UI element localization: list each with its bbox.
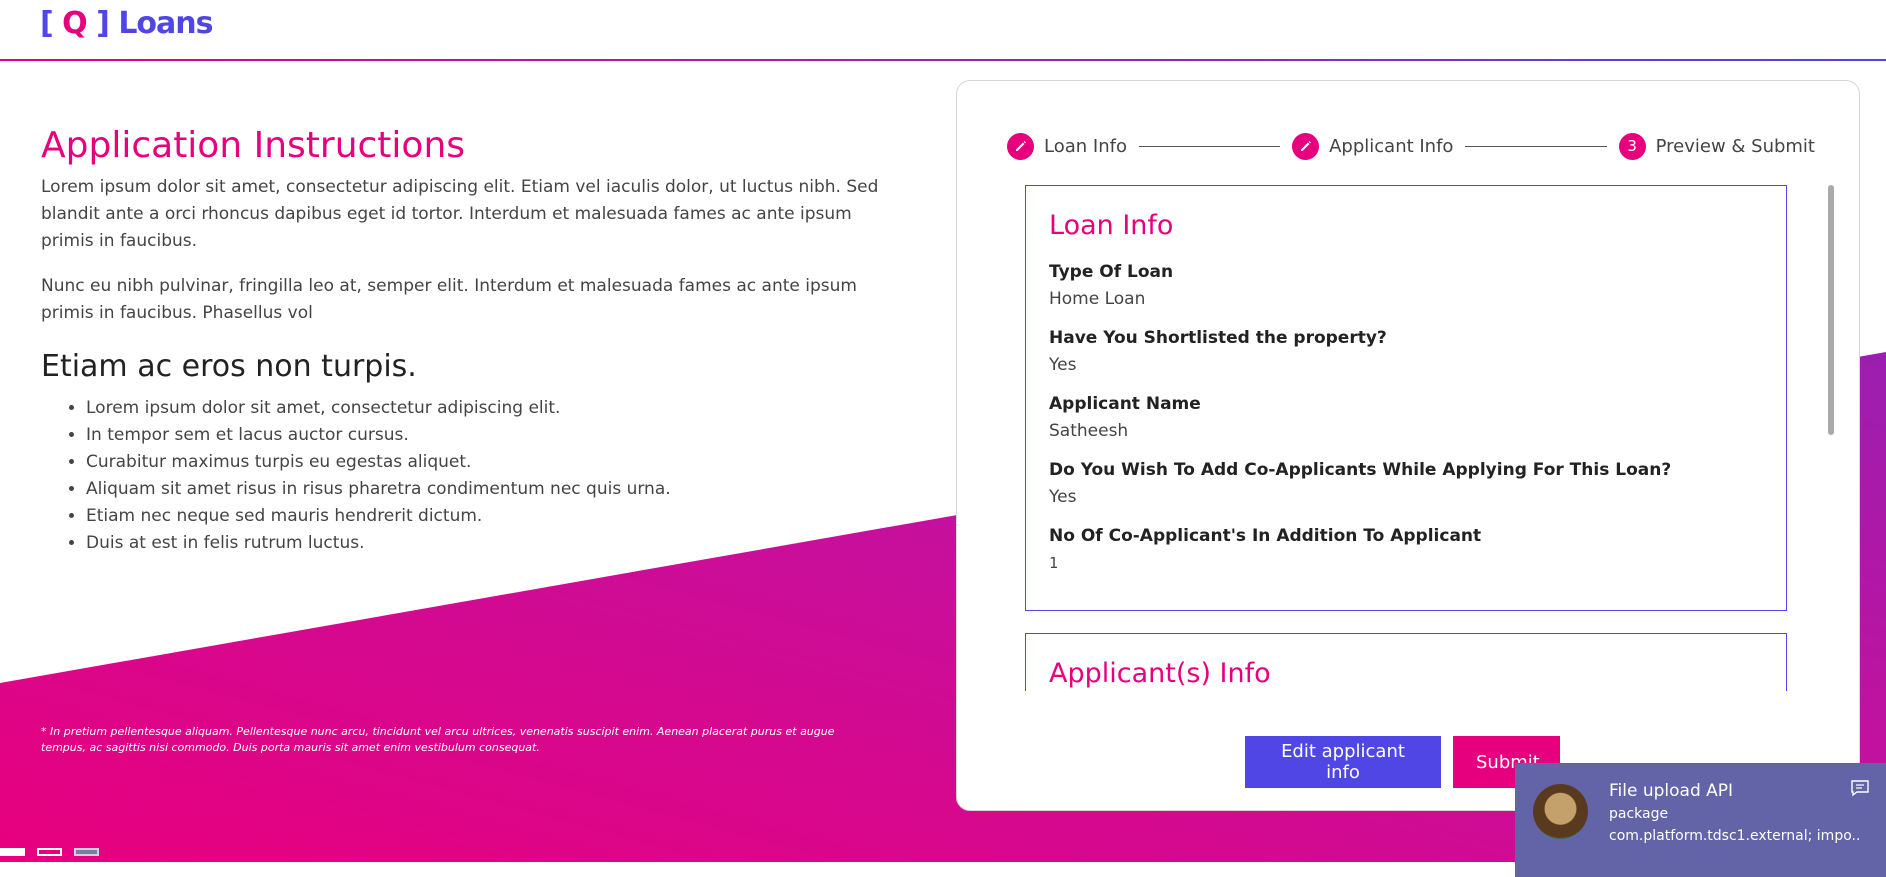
field-value: 1	[1049, 554, 1059, 572]
toast-message: package	[1609, 806, 1669, 822]
logo-bracket: [	[40, 6, 54, 41]
field-label: Do You Wish To Add Co-Applicants While A…	[1049, 460, 1672, 480]
notification-toast[interactable]: File upload API package com.platform.tds…	[1515, 763, 1886, 877]
step-preview-submit[interactable]: 3 Preview & Submit	[1618, 132, 1815, 160]
list-item: Aliquam sit amet risus in risus pharetra…	[86, 476, 881, 503]
toast-title: File upload API	[1609, 781, 1734, 801]
step-label: Applicant Info	[1329, 135, 1454, 157]
header: [ Q ] Loans	[0, 0, 1886, 62]
step-number: 3	[1618, 132, 1646, 160]
slider-indicators	[0, 848, 99, 856]
step-connector	[1138, 145, 1281, 147]
instructions-subtitle: Etiam ac eros non turpis.	[41, 349, 417, 384]
chat-icon[interactable]	[1850, 779, 1870, 797]
field-value: Yes	[1049, 355, 1077, 375]
step-label: Preview & Submit	[1655, 135, 1815, 157]
step-connector	[1465, 145, 1607, 147]
section-title: Loan Info	[1049, 210, 1174, 241]
instructions-title: Application Instructions	[41, 125, 466, 166]
pencil-icon	[1292, 132, 1320, 160]
avatar	[1533, 784, 1588, 839]
slider-dot[interactable]	[37, 848, 62, 856]
field-label: Type Of Loan	[1049, 262, 1174, 282]
application-instructions: Application Instructions Lorem ipsum dol…	[41, 122, 881, 557]
list-item: Duis at est in felis rutrum luctus.	[86, 530, 881, 557]
instructions-paragraph: Nunc eu nibh pulvinar, fringilla leo at,…	[41, 276, 857, 323]
field-label: Have You Shortlisted the property?	[1049, 328, 1387, 348]
field-label: No Of Co-Applicant's In Addition To Appl…	[1049, 526, 1482, 546]
field-value: Satheesh	[1049, 421, 1129, 441]
pencil-icon	[1007, 132, 1034, 160]
section-title: Applicant(s) Info	[1049, 658, 1271, 689]
action-buttons: Edit applicant info Submit	[1245, 736, 1560, 788]
slider-dot[interactable]	[74, 848, 99, 856]
logo[interactable]: [ Q ] Loans	[40, 6, 214, 41]
logo-text: Loans	[118, 6, 213, 41]
field-value: Yes	[1049, 487, 1077, 507]
step-label: Loan Info	[1044, 135, 1127, 157]
list-item: Etiam nec neque sed mauris hendrerit dic…	[86, 503, 881, 530]
application-card: Loan Info Applicant Info 3 Preview & Sub…	[956, 80, 1860, 811]
header-divider	[0, 59, 1886, 61]
applicants-info-section: Applicant(s) Info	[1025, 633, 1787, 691]
logo-q: Q	[62, 6, 87, 41]
toast-message: com.platform.tdsc1.external; impo...	[1609, 828, 1859, 844]
preview-scroll-area[interactable]: Loan Info Type Of Loan Home Loan Have Yo…	[1025, 185, 1833, 691]
loan-info-section: Loan Info Type Of Loan Home Loan Have Yo…	[1025, 185, 1787, 611]
step-applicant-info[interactable]: Applicant Info	[1292, 132, 1454, 160]
instructions-list: Lorem ipsum dolor sit amet, consectetur …	[86, 395, 881, 557]
field-label: Applicant Name	[1049, 394, 1201, 414]
slider-dot-active[interactable]	[0, 848, 25, 856]
edit-applicant-info-button[interactable]: Edit applicant info	[1245, 736, 1441, 788]
logo-bracket: ]	[96, 6, 110, 41]
instructions-paragraph: Lorem ipsum dolor sit amet, consectetur …	[41, 177, 879, 251]
footnote: * In pretium pellentesque aliquam. Pelle…	[41, 725, 835, 754]
stepper: Loan Info Applicant Info 3 Preview & Sub…	[1007, 131, 1815, 161]
scrollbar-thumb[interactable]	[1828, 185, 1834, 435]
field-value: Home Loan	[1049, 289, 1146, 309]
step-loan-info[interactable]: Loan Info	[1007, 132, 1127, 160]
list-item: Lorem ipsum dolor sit amet, consectetur …	[86, 395, 881, 422]
list-item: Curabitur maximus turpis eu egestas aliq…	[86, 449, 881, 476]
list-item: In tempor sem et lacus auctor cursus.	[86, 422, 881, 449]
